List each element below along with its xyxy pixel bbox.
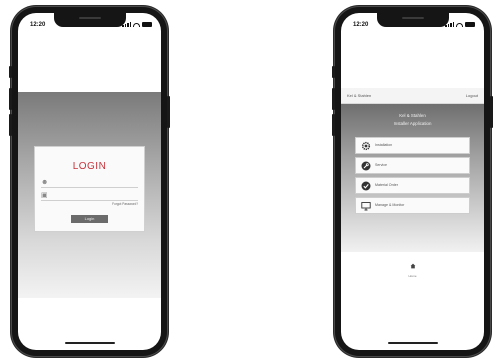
login-card: LOGIN ☻ ▣ Forgot Password? Login bbox=[34, 146, 145, 232]
menu-item-manage-monitor[interactable]: Manage & Monitor bbox=[355, 197, 470, 214]
check-circle-icon bbox=[361, 181, 371, 191]
signal-icon bbox=[445, 22, 454, 27]
password-input[interactable] bbox=[51, 191, 138, 199]
monitor-icon bbox=[361, 202, 371, 211]
menu-item-label: Service bbox=[375, 163, 387, 167]
home-indicator bbox=[64, 342, 115, 344]
menu-item-label: Manage & Monitor bbox=[375, 203, 405, 207]
forgot-password-link[interactable]: Forgot Password? bbox=[112, 202, 138, 206]
status-icons bbox=[445, 22, 475, 27]
login-screen: 12:20 LOGIN ☻ ▣ Forgot Password? Login bbox=[18, 13, 161, 350]
volume-down-button bbox=[332, 114, 335, 136]
phone-login: 12:20 LOGIN ☻ ▣ Forgot Password? Login bbox=[9, 6, 170, 357]
mute-switch bbox=[9, 66, 12, 78]
app-brand: Kel & Stahlen bbox=[399, 113, 426, 118]
power-button bbox=[167, 96, 170, 128]
notch bbox=[376, 13, 449, 27]
home-tab-label: Home bbox=[408, 274, 417, 278]
app-subtitle: Installer Application bbox=[393, 121, 432, 126]
home-icon bbox=[410, 263, 415, 269]
phone-menu: 12:20 Kel & Stahlen Logout Kel & Stahlen… bbox=[332, 6, 493, 357]
username-field[interactable]: ☻ bbox=[41, 178, 138, 188]
battery-icon bbox=[142, 22, 152, 27]
status-icons bbox=[122, 22, 152, 27]
user-icon: ☻ bbox=[41, 179, 49, 186]
gear-icon bbox=[361, 141, 371, 151]
notch bbox=[53, 13, 126, 27]
wifi-icon bbox=[456, 22, 463, 27]
menu-item-material-order[interactable]: Material Order bbox=[355, 177, 470, 194]
login-title: LOGIN bbox=[72, 161, 107, 172]
battery-icon bbox=[465, 22, 475, 27]
logout-link[interactable]: Logout bbox=[466, 93, 478, 98]
menu-item-label: Material Order bbox=[375, 183, 398, 187]
menu-item-installation[interactable]: Installation bbox=[355, 137, 470, 154]
menu-item-label: Installation bbox=[375, 143, 393, 147]
home-indicator bbox=[387, 342, 438, 344]
top-bar: Kel & Stahlen Logout bbox=[341, 88, 484, 104]
menu-screen: 12:20 Kel & Stahlen Logout Kel & Stahlen… bbox=[341, 13, 484, 350]
status-time: 12:20 bbox=[353, 22, 369, 28]
home-tab[interactable]: Home bbox=[341, 256, 484, 278]
wrench-icon bbox=[361, 161, 371, 171]
volume-up-button bbox=[332, 88, 335, 110]
wifi-icon bbox=[133, 22, 140, 27]
top-bar-title: Kel & Stahlen bbox=[347, 93, 372, 98]
power-button bbox=[490, 96, 493, 128]
volume-up-button bbox=[9, 88, 12, 110]
password-field[interactable]: ▣ bbox=[41, 191, 138, 201]
menu-item-service[interactable]: Service bbox=[355, 157, 470, 174]
signal-icon bbox=[122, 22, 131, 27]
mute-switch bbox=[332, 66, 335, 78]
login-button[interactable]: Login bbox=[71, 215, 108, 223]
volume-down-button bbox=[9, 114, 12, 136]
lock-icon: ▣ bbox=[41, 192, 48, 199]
username-input[interactable] bbox=[51, 178, 138, 186]
status-time: 12:20 bbox=[30, 22, 46, 28]
